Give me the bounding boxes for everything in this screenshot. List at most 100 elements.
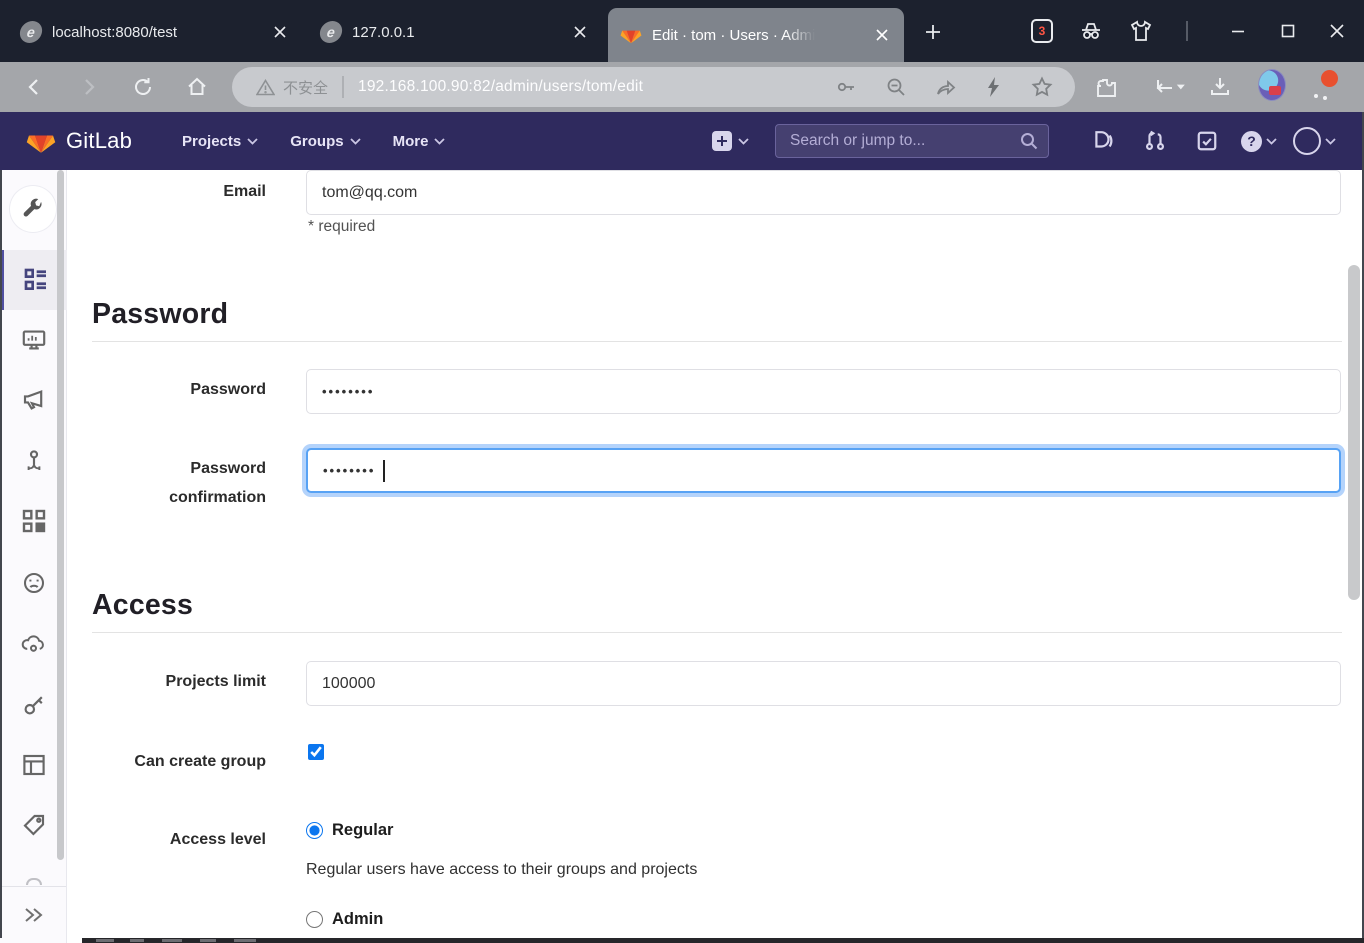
help-menu[interactable]: ? — [1241, 130, 1277, 152]
browser-tab-1[interactable]: e localhost:8080/test — [8, 10, 302, 54]
lightning-icon[interactable] — [985, 76, 1003, 98]
taskbar-sliver — [82, 938, 1364, 943]
tab-title: 127.0.0.1 — [352, 23, 415, 41]
text-cursor — [383, 460, 385, 482]
chevron-down-icon — [247, 137, 258, 145]
password-confirmation-label: Password — [190, 460, 266, 477]
browser-tab-active[interactable]: Edit · tom · Users · Admi — [608, 8, 904, 62]
gitlab-tanuki-icon — [26, 135, 56, 153]
projects-limit-label: Projects limit — [165, 673, 266, 690]
password-section-title: Password — [92, 298, 229, 330]
key-icon — [24, 696, 43, 715]
close-window-button[interactable] — [1322, 16, 1352, 46]
regular-radio[interactable] — [306, 822, 323, 839]
access-level-label: Access level — [169, 831, 266, 848]
favorite-star-icon[interactable] — [1031, 76, 1053, 98]
page-scrollbar-thumb[interactable] — [1348, 265, 1360, 600]
address-bar[interactable]: 不安全 192.168.100.90:82/admin/users/tom/ed… — [232, 67, 1075, 107]
tab-favicon: e — [18, 21, 44, 43]
overview-icon — [24, 268, 46, 290]
titlebar-separator — [1186, 21, 1188, 41]
hook-icon — [27, 450, 40, 470]
nav-groups-menu[interactable]: Groups — [278, 125, 372, 158]
new-item-menu[interactable] — [712, 131, 749, 151]
global-search[interactable] — [775, 124, 1049, 158]
admin-radio[interactable] — [306, 911, 323, 928]
issues-icon[interactable] — [1090, 128, 1116, 154]
merge-requests-icon[interactable] — [1142, 128, 1168, 154]
password-input[interactable] — [306, 369, 1341, 414]
chevron-down-icon — [1266, 137, 1277, 145]
maximize-button[interactable] — [1273, 16, 1303, 46]
reload-button[interactable] — [129, 73, 157, 101]
password-key-icon[interactable] — [835, 76, 857, 98]
chevron-down-icon — [349, 137, 361, 145]
chevron-down-icon — [738, 137, 749, 145]
tag-icon — [22, 814, 44, 836]
window-left-edge — [0, 170, 2, 938]
url-text[interactable]: 192.168.100.90:82/admin/users/tom/edit — [358, 78, 643, 96]
tab-close-icon[interactable] — [270, 22, 290, 42]
minimize-button[interactable] — [1223, 16, 1253, 46]
nav-more-menu[interactable]: More — [381, 125, 458, 158]
new-tab-button[interactable] — [918, 17, 948, 47]
profile-avatar[interactable] — [1258, 69, 1286, 101]
tab-close-icon[interactable] — [570, 22, 590, 42]
browser-titlebar: e localhost:8080/test e 127.0.0.1 Edit ·… — [0, 0, 1364, 62]
warning-triangle-icon — [256, 78, 275, 95]
can-create-group-checkbox[interactable] — [308, 744, 324, 760]
extensions-puzzle-icon[interactable] — [1092, 73, 1120, 101]
section-divider — [92, 341, 1342, 342]
projects-limit-input[interactable] — [306, 661, 1341, 706]
password-confirmation-input[interactable] — [306, 448, 1341, 493]
email-input[interactable] — [306, 170, 1341, 215]
gitlab-navbar: GitLab Projects Groups More Search or ju… — [0, 112, 1364, 170]
sidebar-item-admin-area[interactable] — [10, 186, 56, 232]
share-icon[interactable] — [935, 76, 957, 98]
home-button[interactable] — [183, 73, 211, 101]
password-label: Password — [190, 381, 266, 398]
zoom-out-icon[interactable] — [885, 76, 907, 98]
gitlab-logo[interactable]: GitLab — [26, 127, 132, 156]
tab-counter-extension-icon[interactable]: 3 — [1027, 16, 1057, 46]
tab-close-icon[interactable] — [872, 25, 892, 45]
password-confirmation-label-line2: confirmation — [169, 489, 266, 506]
collections-undo-icon[interactable] — [1145, 73, 1193, 101]
sad-face-icon — [23, 572, 44, 594]
tab-title: localhost:8080/test — [52, 23, 178, 41]
browser-tab-2[interactable]: e 127.0.0.1 — [308, 10, 602, 54]
regular-radio-label: Regular — [332, 821, 394, 839]
security-status[interactable]: 不安全 — [256, 77, 328, 98]
chevron-down-icon — [1325, 137, 1336, 145]
downloads-icon[interactable] — [1206, 73, 1234, 101]
tshirt-extension-icon[interactable] — [1126, 16, 1156, 46]
nav-projects-menu[interactable]: Projects — [170, 125, 270, 158]
cloud-gear-icon — [21, 634, 44, 652]
update-notification-badge — [1321, 70, 1338, 87]
layout-template-icon — [22, 754, 45, 776]
admin-sidebar — [0, 170, 67, 943]
search-icon — [1021, 133, 1038, 150]
user-avatar — [1293, 127, 1321, 155]
addr-divider — [342, 76, 345, 98]
tab-title: Edit · tom · Users · Admi — [652, 26, 816, 44]
chevron-down-icon — [434, 137, 446, 145]
sidebar-scrollbar-thumb[interactable] — [57, 170, 64, 860]
megaphone-icon — [23, 390, 42, 410]
user-menu[interactable] — [1293, 127, 1336, 155]
search-input[interactable] — [776, 132, 1020, 150]
regular-option-description: Regular users have access to their group… — [306, 861, 698, 878]
todos-icon[interactable] — [1194, 128, 1220, 154]
access-level-option-regular[interactable]: Regular — [306, 821, 393, 840]
section-divider — [92, 632, 1342, 633]
browser-window: e localhost:8080/test e 127.0.0.1 Edit ·… — [0, 0, 1364, 943]
collapse-sidebar-button[interactable] — [0, 886, 66, 943]
incognito-extension-icon[interactable] — [1076, 16, 1106, 46]
wrench-icon — [23, 198, 42, 217]
help-icon: ? — [1241, 130, 1262, 152]
back-button[interactable] — [20, 73, 48, 101]
forward-button[interactable] — [75, 73, 103, 101]
browser-menu-button[interactable] — [1310, 70, 1338, 101]
tab-favicon: e — [318, 21, 344, 43]
access-level-option-admin[interactable]: Admin — [306, 910, 383, 929]
